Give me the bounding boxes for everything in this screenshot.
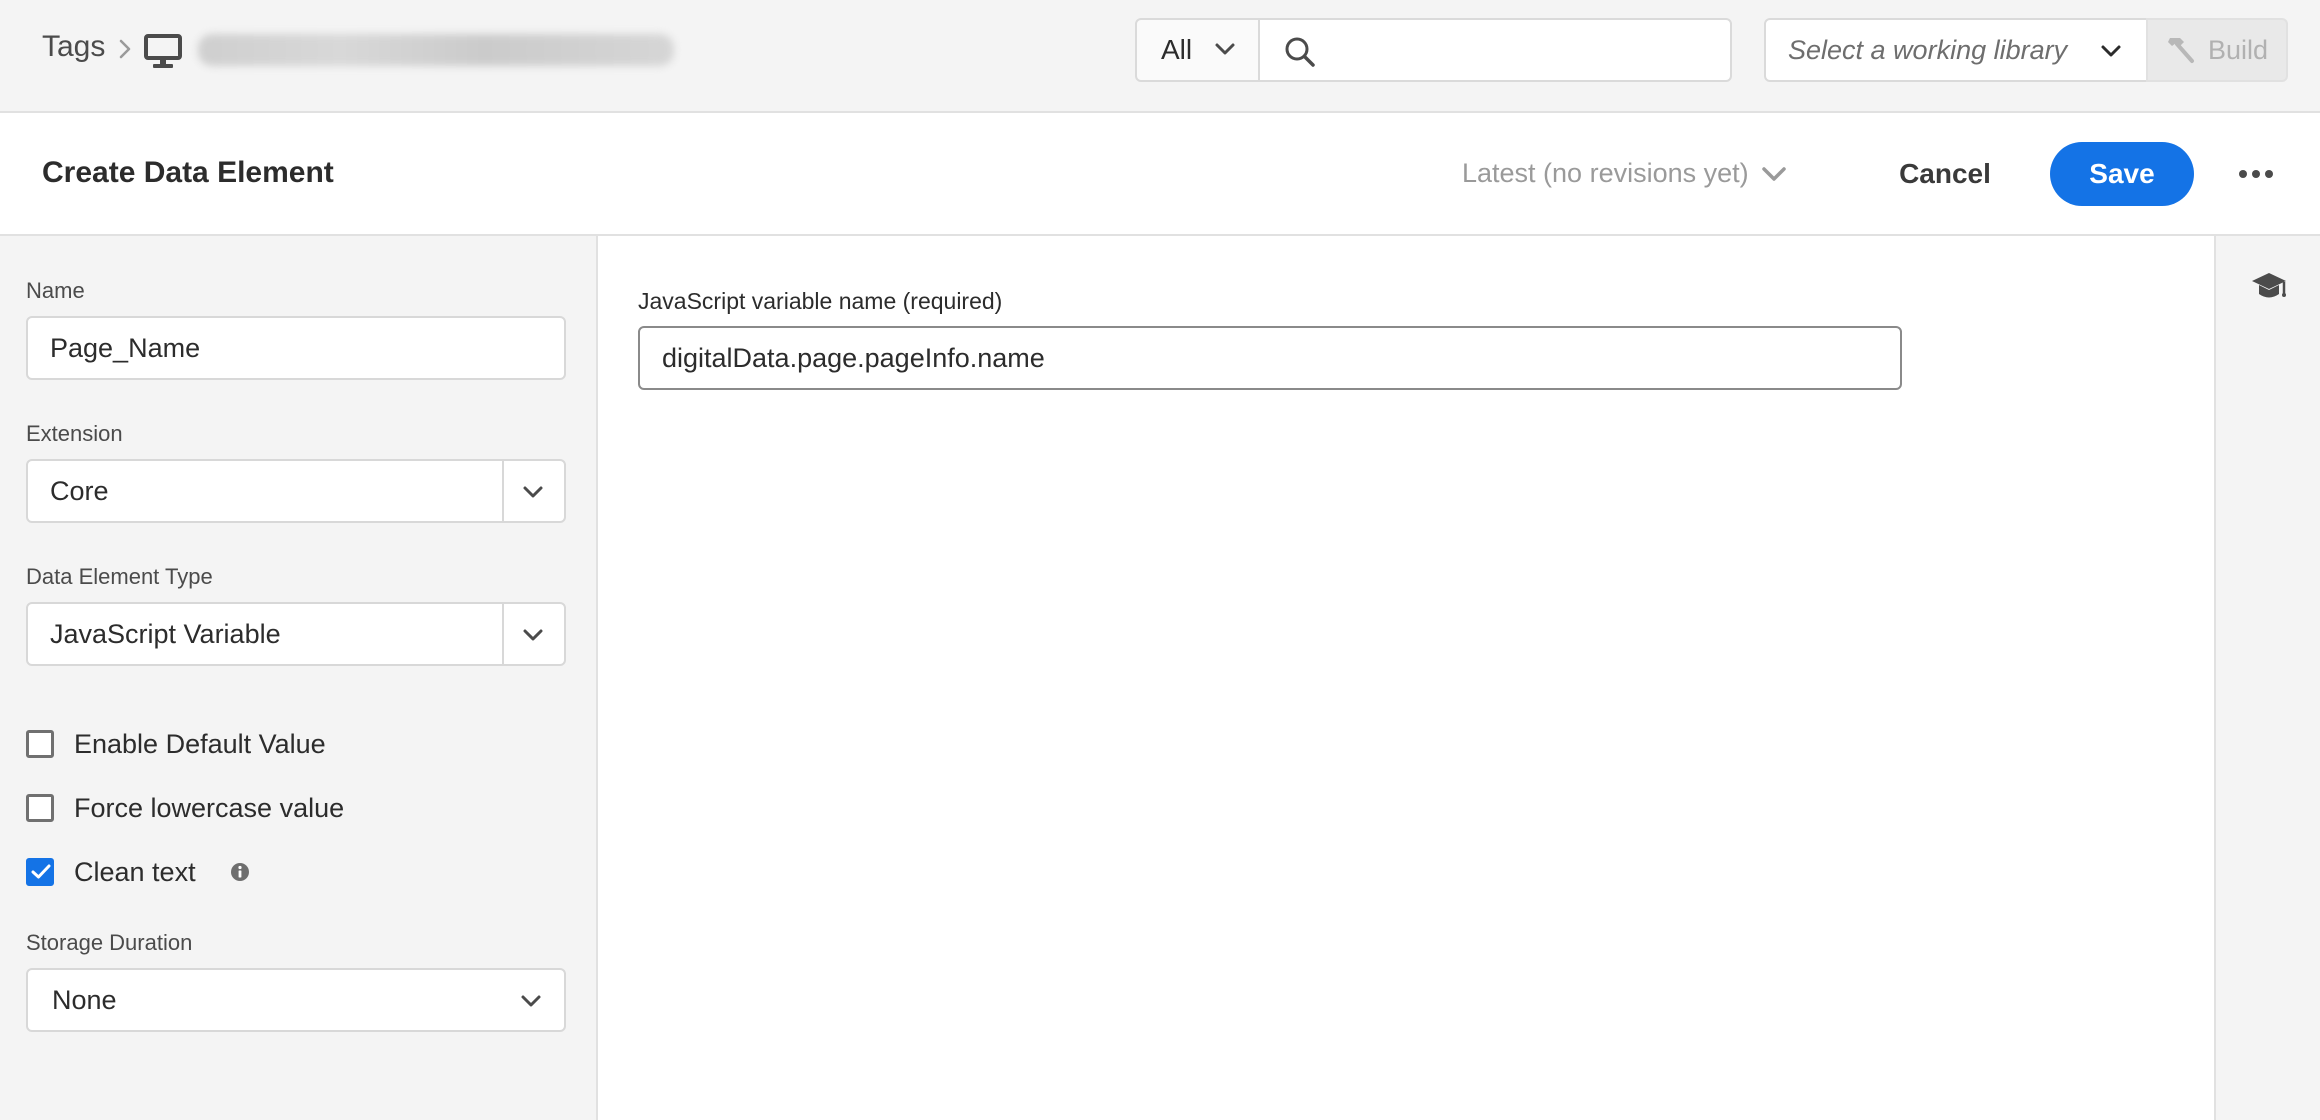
name-field[interactable]: [26, 316, 566, 380]
save-button[interactable]: Save: [2050, 142, 2194, 206]
data-element-type-select[interactable]: JavaScript Variable: [26, 602, 566, 666]
build-label: Build: [2208, 34, 2269, 65]
search-box[interactable]: [1258, 18, 1732, 82]
force-lowercase-checkbox[interactable]: [26, 794, 54, 822]
data-element-type-label: Data Element Type: [26, 564, 213, 589]
property-name-blurred[interactable]: [198, 34, 674, 66]
monitor-icon: [144, 34, 182, 68]
search-icon: [1285, 37, 1315, 67]
force-lowercase-checkbox-row[interactable]: Force lowercase value: [26, 792, 344, 824]
cancel-button[interactable]: Cancel: [1890, 142, 2000, 206]
revision-select[interactable]: Latest (no revisions yet): [1462, 158, 1787, 189]
search-scope-select[interactable]: All: [1135, 18, 1260, 82]
storage-duration-value: None: [52, 985, 117, 1015]
build-button[interactable]: Build: [2146, 18, 2288, 82]
settings-panel: Name Extension Core Data Element Type Ja…: [0, 236, 598, 1120]
more-icon[interactable]: [2236, 154, 2276, 194]
working-library-placeholder: Select a working library: [1788, 34, 2068, 65]
revision-label: Latest (no revisions yet): [1462, 158, 1749, 188]
graduation-cap-icon[interactable]: [2250, 270, 2288, 304]
top-bar: Tags All Select a working library Build: [0, 0, 2320, 113]
storage-duration-select[interactable]: None: [26, 968, 566, 1032]
page-title: Create Data Element: [42, 156, 334, 189]
chevron-down-icon: [521, 995, 541, 1007]
page-header: Create Data Element Latest (no revisions…: [0, 114, 2320, 236]
search-input[interactable]: [1330, 28, 1720, 72]
chevron-down-icon: [1215, 43, 1235, 55]
clean-text-checkbox-row[interactable]: Clean text: [26, 856, 250, 888]
search-scope-value: All: [1161, 34, 1193, 65]
hammer-icon: [2168, 38, 2194, 63]
chevron-down-icon: [523, 486, 543, 498]
force-lowercase-label: Force lowercase value: [74, 792, 345, 823]
clean-text-label: Clean text: [74, 856, 196, 887]
info-icon[interactable]: [230, 862, 250, 882]
javascript-variable-name-field[interactable]: [638, 326, 1902, 390]
enable-default-value-checkbox[interactable]: [26, 730, 54, 758]
chevron-right-icon: [119, 39, 131, 59]
select-divider: [502, 604, 504, 664]
extension-label: Extension: [26, 421, 123, 446]
select-divider: [502, 461, 504, 521]
chevron-down-icon: [2101, 45, 2121, 57]
extension-select[interactable]: Core: [26, 459, 566, 523]
extension-view: JavaScript variable name (required): [598, 236, 2214, 1120]
chevron-down-icon: [1761, 166, 1786, 181]
app-window: Tags All Select a working library Build …: [0, 0, 2320, 1120]
data-element-type-value: JavaScript Variable: [50, 619, 281, 649]
working-library-select[interactable]: Select a working library: [1764, 18, 2148, 82]
storage-duration-label: Storage Duration: [26, 930, 193, 955]
name-label: Name: [26, 278, 85, 303]
extension-value: Core: [50, 476, 109, 506]
javascript-variable-name-label: JavaScript variable name (required): [638, 288, 1003, 314]
enable-default-value-label: Enable Default Value: [74, 728, 326, 759]
enable-default-value-checkbox-row[interactable]: Enable Default Value: [26, 728, 326, 760]
breadcrumb-tags[interactable]: Tags: [42, 30, 105, 64]
chevron-down-icon: [523, 629, 543, 641]
clean-text-checkbox[interactable]: [26, 858, 54, 886]
right-rail: [2214, 236, 2320, 1120]
check-icon: [31, 864, 51, 879]
